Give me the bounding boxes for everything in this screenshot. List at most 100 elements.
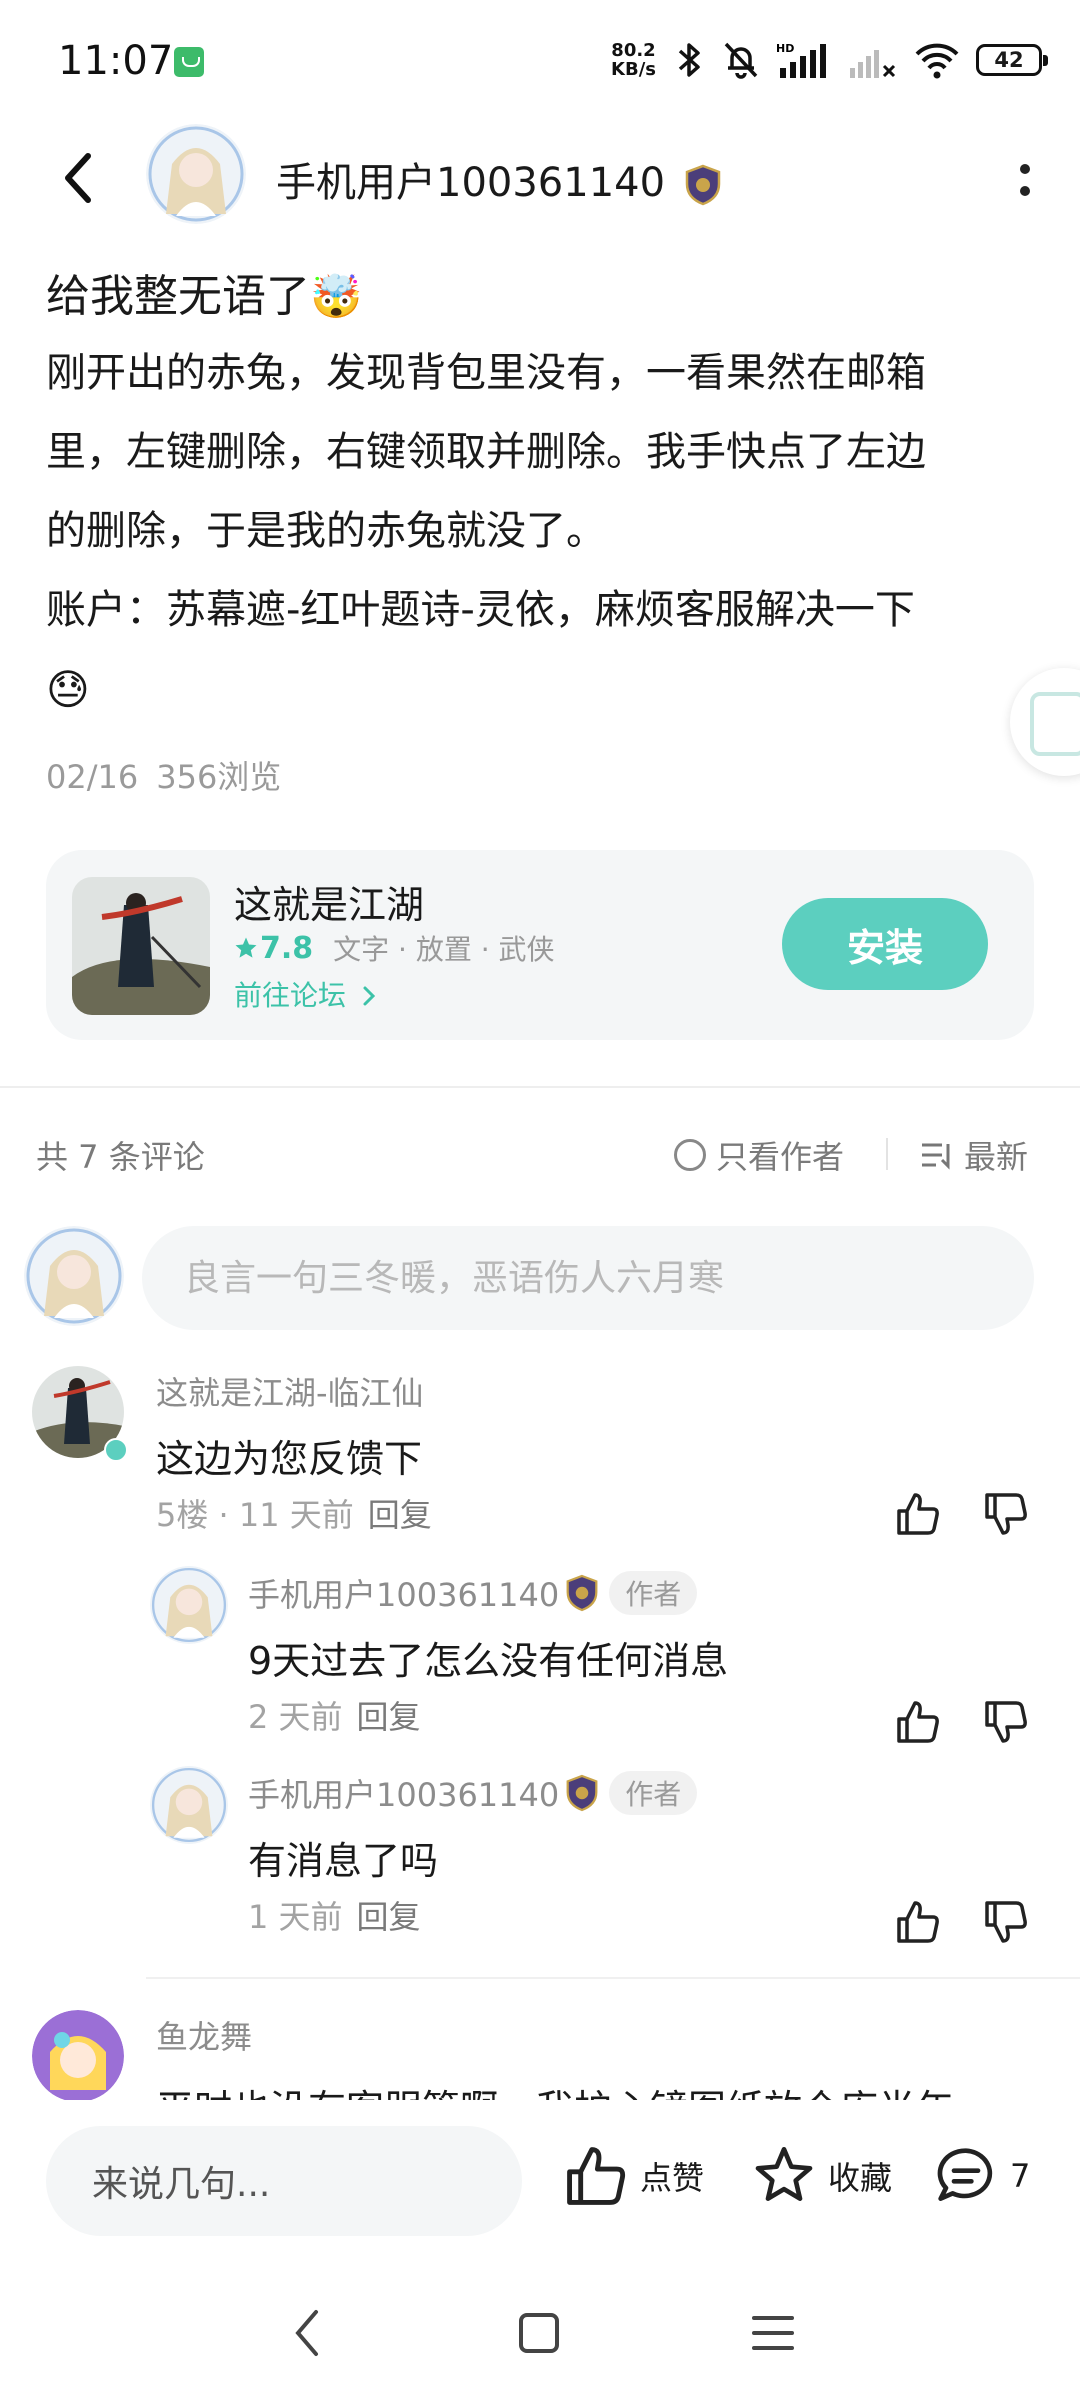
post-body: 刚开出的赤兔，发现背包里没有，一看果然在邮箱 里，左键删除，右键领取并删除。我手… xyxy=(46,334,1026,729)
divider xyxy=(0,1086,1080,1088)
reply-button[interactable]: 回复 xyxy=(357,1898,421,1936)
reply-item: 手机用户100361140 作者 有消息了吗 1 天前 回复 xyxy=(0,1766,1080,1946)
like-button[interactable] xyxy=(890,1694,946,1750)
reply-item: 手机用户100361140 作者 9天过去了怎么没有任何消息 2 天前 回复 xyxy=(0,1566,1080,1746)
commenter-avatar[interactable] xyxy=(32,2010,124,2100)
post-header: 手机用户100361140 xyxy=(0,120,1080,240)
comment-meta: 5楼 · 11 天前 回复 xyxy=(156,1490,432,1536)
dislike-button[interactable] xyxy=(978,1894,1034,1950)
reply-button[interactable]: 回复 xyxy=(368,1496,432,1534)
comment-count: 共 7 条评论 xyxy=(36,1138,205,1176)
network-speed: 80.2 KB/s xyxy=(611,40,656,80)
comments-button[interactable]: 7 xyxy=(934,2144,1030,2208)
more-options-button[interactable] xyxy=(1000,150,1050,210)
status-bar: 11:07 80.2 KB/s HD 42 xyxy=(0,0,1080,120)
nav-back-button[interactable] xyxy=(272,2298,342,2368)
mute-bell-icon xyxy=(724,42,758,79)
comment-floor-time: 5楼 · 11 天前 xyxy=(156,1496,354,1534)
author-tag: 作者 xyxy=(609,1771,698,1815)
game-icon[interactable] xyxy=(72,877,210,1015)
author-avatar[interactable] xyxy=(146,124,246,224)
level-badge-icon xyxy=(566,1574,598,1612)
replier-avatar[interactable] xyxy=(150,1766,228,1844)
status-time: 11:07 xyxy=(58,38,174,84)
comment-text: 平时也没有客服管啊，我护心镜图纸放仓库半年 xyxy=(156,2078,954,2100)
replier-avatar[interactable] xyxy=(150,1566,228,1644)
reply-meta: 2 天前 回复 xyxy=(248,1692,421,1738)
back-button[interactable] xyxy=(48,142,108,214)
forum-link[interactable]: 前往论坛 xyxy=(234,974,377,1014)
sort-button[interactable]: 最新 xyxy=(920,1132,1028,1178)
star-outline-icon xyxy=(755,2147,813,2201)
post-body-line: 刚开出的赤兔，发现背包里没有，一看果然在邮箱 xyxy=(46,350,926,396)
install-button[interactable]: 安装 xyxy=(782,898,988,990)
app-notification-icon xyxy=(174,47,204,77)
chevron-right-icon xyxy=(363,986,376,1006)
post-content: 给我整无语了🤯 刚开出的赤兔，发现背包里没有，一看果然在邮箱 里，左键删除，右键… xyxy=(46,262,1026,729)
replier-name[interactable]: 手机用户100361140 作者 xyxy=(248,1570,698,1616)
cell-signal-weak-icon xyxy=(850,50,896,78)
status-icons: 80.2 KB/s HD 42 xyxy=(611,34,1048,86)
reply-button[interactable]: 回复 xyxy=(357,1698,421,1736)
nav-menu-button[interactable] xyxy=(738,2298,808,2368)
radio-circle-icon xyxy=(674,1139,706,1171)
reply-time: 2 天前 xyxy=(248,1698,343,1736)
reply-text: 有消息了吗 xyxy=(248,1839,439,1883)
verified-badge-icon xyxy=(104,1438,128,1462)
chevron-left-icon xyxy=(65,153,91,203)
author-name[interactable]: 手机用户100361140 xyxy=(276,150,722,208)
like-button[interactable] xyxy=(890,1486,946,1542)
comment-input-row xyxy=(0,1226,1080,1332)
divider xyxy=(886,1138,888,1170)
thumbs-up-icon xyxy=(567,2147,626,2205)
only-author-toggle[interactable]: 只看作者 xyxy=(674,1132,844,1178)
thumbs-down-icon xyxy=(985,1901,1027,1943)
nav-home-button[interactable] xyxy=(504,2298,574,2368)
comment-item: 鱼龙舞 平时也没有客服管啊，我护心镜图纸放仓库半年 xyxy=(0,2008,1080,2100)
nav-back-icon xyxy=(295,2310,318,2356)
thumbs-up-icon xyxy=(897,1493,939,1535)
nav-home-icon xyxy=(519,2313,559,2353)
reply-time: 1 天前 xyxy=(248,1898,343,1936)
like-button[interactable] xyxy=(890,1894,946,1950)
game-tags: 文字 · 放置 · 武侠 xyxy=(333,933,555,966)
author-tag: 作者 xyxy=(609,1571,698,1615)
favorite-button[interactable]: 收藏 xyxy=(752,2144,892,2208)
commenter-name[interactable]: 鱼龙舞 xyxy=(156,2012,252,2058)
thumbs-up-icon xyxy=(897,1701,939,1743)
replier-name[interactable]: 手机用户100361140 作者 xyxy=(248,1770,698,1816)
commenter-name[interactable]: 这就是江湖-临江仙 xyxy=(156,1368,424,1414)
post-body-line: 里，左键删除，右键领取并删除。我手快点了左边 xyxy=(46,429,926,475)
thumbs-down-icon xyxy=(985,1493,1027,1535)
post-body-line: 的删除，于是我的赤兔就没了。 xyxy=(46,508,606,554)
bottom-action-bar: 来说几句... 点赞 收藏 7 xyxy=(0,2100,1080,2260)
game-card[interactable]: 这就是江湖 7.8 文字 · 放置 · 武侠 前往论坛 安装 xyxy=(46,850,1034,1040)
comment-input[interactable] xyxy=(142,1226,1034,1330)
thumbs-down-icon xyxy=(985,1701,1027,1743)
level-badge-icon xyxy=(566,1774,598,1812)
reply-meta: 1 天前 回复 xyxy=(248,1892,421,1938)
thumbs-up-icon xyxy=(897,1901,939,1943)
wifi-icon xyxy=(915,43,959,79)
comments-toolbar: 共 7 条评论 只看作者 最新 xyxy=(0,1118,1080,1188)
post-date: 02/16 xyxy=(46,758,139,796)
dislike-button[interactable] xyxy=(978,1486,1034,1542)
post-body-line: 账户：苏幕遮-红叶题诗-灵依，麻烦客服解决一下 xyxy=(46,587,915,633)
my-avatar xyxy=(24,1226,124,1326)
battery-indicator: 42 xyxy=(976,44,1048,76)
comment-text: 这边为您反馈下 xyxy=(156,1437,423,1481)
reply-text: 9天过去了怎么没有任何消息 xyxy=(248,1639,729,1683)
more-dot xyxy=(1020,164,1030,174)
exploding-head-emoji: 🤯 xyxy=(310,272,363,321)
more-dot xyxy=(1020,186,1030,196)
post-title: 给我整无语了🤯 xyxy=(46,271,363,322)
comment-bubble-icon xyxy=(937,2148,993,2201)
game-info: 7.8 文字 · 放置 · 武侠 xyxy=(234,928,555,968)
dislike-button[interactable] xyxy=(978,1694,1034,1750)
star-icon xyxy=(235,937,257,958)
bluetooth-icon xyxy=(678,43,700,77)
like-post-button[interactable]: 点赞 xyxy=(564,2144,704,2208)
quick-comment-input[interactable]: 来说几句... xyxy=(46,2126,522,2236)
game-name[interactable]: 这就是江湖 xyxy=(234,874,424,929)
sweat-face-emoji: 😓 xyxy=(46,665,90,714)
